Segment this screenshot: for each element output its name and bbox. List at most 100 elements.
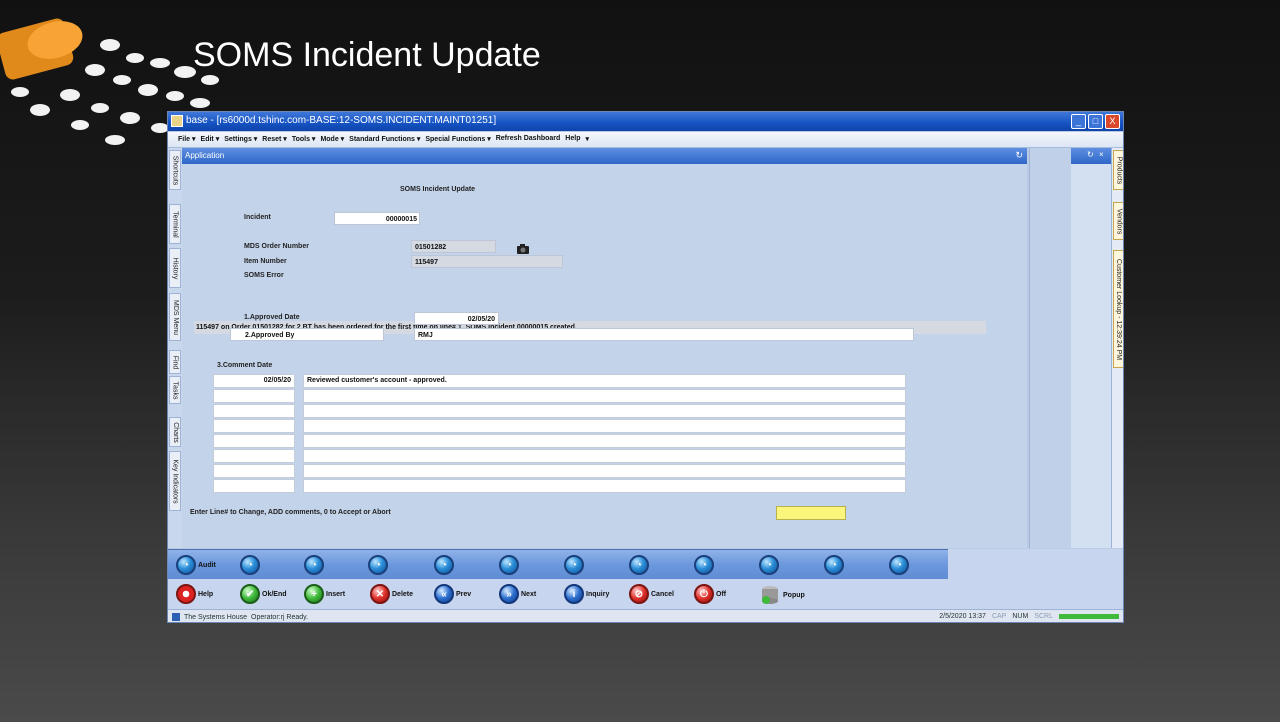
tab-tasks[interactable]: Tasks bbox=[169, 376, 181, 404]
globe-icon: ◔ bbox=[240, 555, 260, 575]
comment-date-cell[interactable] bbox=[213, 389, 295, 403]
caps-indicator: CAP bbox=[991, 613, 1007, 620]
comment-date-cell[interactable] bbox=[213, 434, 295, 448]
inquiry-button[interactable]: i Inquiry bbox=[564, 584, 609, 604]
action-toolbar: Help ✔ Ok/End + Insert ✕ Delete «Prev » Next… bbox=[168, 579, 1123, 609]
globe-icon: ◔ bbox=[824, 555, 844, 575]
right-panel bbox=[1029, 148, 1072, 548]
comment-date-cell[interactable] bbox=[213, 479, 295, 493]
tab-mds-menu[interactable]: MDS Menu bbox=[169, 293, 181, 341]
comment-text-cell[interactable] bbox=[303, 479, 906, 493]
popup-button[interactable]: Popup bbox=[759, 584, 805, 606]
cancel-button[interactable]: ⊘ Cancel bbox=[629, 584, 674, 604]
off-button[interactable]: ⏻ Off bbox=[694, 584, 726, 604]
menu-file[interactable]: File ▾ bbox=[178, 135, 196, 143]
function-key-button[interactable]: ◔ bbox=[564, 555, 584, 575]
menu-refresh-dashboard[interactable]: Refresh Dashboard bbox=[496, 135, 561, 143]
comment-text-cell[interactable] bbox=[303, 389, 906, 403]
audit-button[interactable]: ◔ Audit bbox=[176, 555, 216, 575]
function-key-button[interactable]: ◔ bbox=[824, 555, 844, 575]
menu-reset[interactable]: Reset ▾ bbox=[262, 135, 287, 143]
mds-order-field[interactable]: 01501282 bbox=[411, 240, 496, 253]
function-key-button[interactable]: ◔ bbox=[759, 555, 779, 575]
minimize-button[interactable]: _ bbox=[1071, 114, 1086, 129]
tab-vendors[interactable]: Vendors bbox=[1113, 202, 1123, 240]
ok-end-button[interactable]: ✔ Ok/End bbox=[240, 584, 287, 604]
camera-icon[interactable] bbox=[517, 241, 529, 254]
tab-shortcuts[interactable]: Shortcuts bbox=[169, 150, 181, 190]
next-button[interactable]: » Next bbox=[499, 584, 536, 604]
table-row[interactable] bbox=[213, 389, 906, 404]
menu-special-functions[interactable]: Special Functions ▾ bbox=[425, 135, 490, 143]
function-key-button[interactable]: ◔ bbox=[304, 555, 324, 575]
tab-key-indicators[interactable]: Key Indicators bbox=[169, 451, 181, 511]
prompt-input[interactable] bbox=[776, 506, 846, 520]
refresh-icon[interactable]: ↻ bbox=[1015, 150, 1023, 161]
function-key-button[interactable]: ◔ bbox=[694, 555, 714, 575]
comment-text-cell[interactable] bbox=[303, 449, 906, 463]
progress-bar bbox=[1059, 614, 1119, 619]
comment-text-cell[interactable] bbox=[303, 404, 906, 418]
comment-date-cell[interactable] bbox=[213, 419, 295, 433]
menu-settings[interactable]: Settings ▾ bbox=[224, 135, 257, 143]
table-row[interactable] bbox=[213, 479, 906, 494]
comment-text-cell[interactable]: Reviewed customer's account - approved. bbox=[303, 374, 906, 388]
menu-standard-functions[interactable]: Standard Functions ▾ bbox=[349, 135, 420, 143]
item-number-field[interactable]: 115497 bbox=[411, 255, 563, 268]
tab-products[interactable]: Products bbox=[1113, 150, 1123, 190]
incident-field[interactable]: 00000015 bbox=[334, 212, 420, 225]
close-icon[interactable]: × bbox=[1099, 150, 1104, 159]
table-row[interactable] bbox=[213, 404, 906, 419]
table-row[interactable] bbox=[213, 434, 906, 449]
comment-text-cell[interactable] bbox=[303, 464, 906, 478]
comment-date-cell[interactable] bbox=[213, 464, 295, 478]
slide-title: SOMS Incident Update bbox=[193, 36, 541, 74]
globe-icon: ◔ bbox=[304, 555, 324, 575]
comment-date-cell[interactable]: 02/05/20 bbox=[213, 374, 295, 388]
function-key-button[interactable]: ◔ bbox=[434, 555, 454, 575]
function-key-button[interactable]: ◔ bbox=[629, 555, 649, 575]
menu-edit[interactable]: Edit ▾ bbox=[201, 135, 220, 143]
function-key-button[interactable]: ◔ bbox=[499, 555, 519, 575]
right-tab-strip: Products Vendors Customer Lookup - 12:39… bbox=[1111, 148, 1123, 548]
comment-date-cell[interactable] bbox=[213, 449, 295, 463]
application-title: Application bbox=[185, 151, 225, 160]
tab-history[interactable]: History bbox=[169, 248, 181, 288]
function-key-button[interactable]: ◔ bbox=[889, 555, 909, 575]
globe-icon: ◔ bbox=[564, 555, 584, 575]
approved-date-field[interactable]: 02/05/20 bbox=[414, 312, 499, 325]
fast-forward-icon: » bbox=[499, 584, 519, 604]
globe-icon: ◔ bbox=[368, 555, 388, 575]
maximize-button[interactable]: □ bbox=[1088, 114, 1103, 129]
approved-by-field[interactable]: RMJ bbox=[414, 328, 914, 341]
item-number-label: Item Number bbox=[244, 258, 287, 265]
comment-date-cell[interactable] bbox=[213, 404, 295, 418]
comment-text-cell[interactable] bbox=[303, 419, 906, 433]
num-indicator: NUM bbox=[1012, 613, 1029, 620]
tab-customer-lookup[interactable]: Customer Lookup - 12:39:24 PM bbox=[1113, 250, 1123, 368]
menu-tools[interactable]: Tools ▾ bbox=[292, 135, 316, 143]
tab-find[interactable]: Find bbox=[169, 350, 181, 374]
menu-overflow[interactable]: ▾ bbox=[585, 135, 589, 143]
help-button[interactable]: Help bbox=[176, 584, 213, 604]
close-button[interactable]: X bbox=[1105, 114, 1120, 129]
comment-text-cell[interactable] bbox=[303, 434, 906, 448]
menu-help[interactable]: Help bbox=[565, 135, 580, 143]
window-titlebar[interactable]: base - [rs6000d.tshinc.com-BASE:12-SOMS.… bbox=[168, 112, 1123, 131]
function-key-button[interactable]: ◔ bbox=[368, 555, 388, 575]
refresh-icon[interactable]: ↻ bbox=[1087, 150, 1094, 159]
function-key-button[interactable]: ◔ bbox=[240, 555, 260, 575]
comment-date-label: 3.Comment Date bbox=[217, 362, 273, 369]
prev-button[interactable]: «Prev bbox=[434, 584, 471, 604]
table-row[interactable] bbox=[213, 464, 906, 479]
delete-button[interactable]: ✕ Delete bbox=[370, 584, 413, 604]
tab-terminal[interactable]: Terminal bbox=[169, 204, 181, 244]
insert-button[interactable]: + Insert bbox=[304, 584, 345, 604]
tab-charts[interactable]: Charts bbox=[169, 417, 181, 447]
table-row[interactable]: 02/05/20 Reviewed customer's account - a… bbox=[213, 374, 906, 389]
function-key-toolbar: ◔ Audit ◔ ◔ ◔ ◔ ◔ ◔ ◔ ◔ ◔ ◔ ◔ bbox=[168, 549, 948, 580]
table-row[interactable] bbox=[213, 419, 906, 434]
app-icon bbox=[171, 115, 183, 127]
menu-mode[interactable]: Mode ▾ bbox=[320, 135, 344, 143]
table-row[interactable] bbox=[213, 449, 906, 464]
